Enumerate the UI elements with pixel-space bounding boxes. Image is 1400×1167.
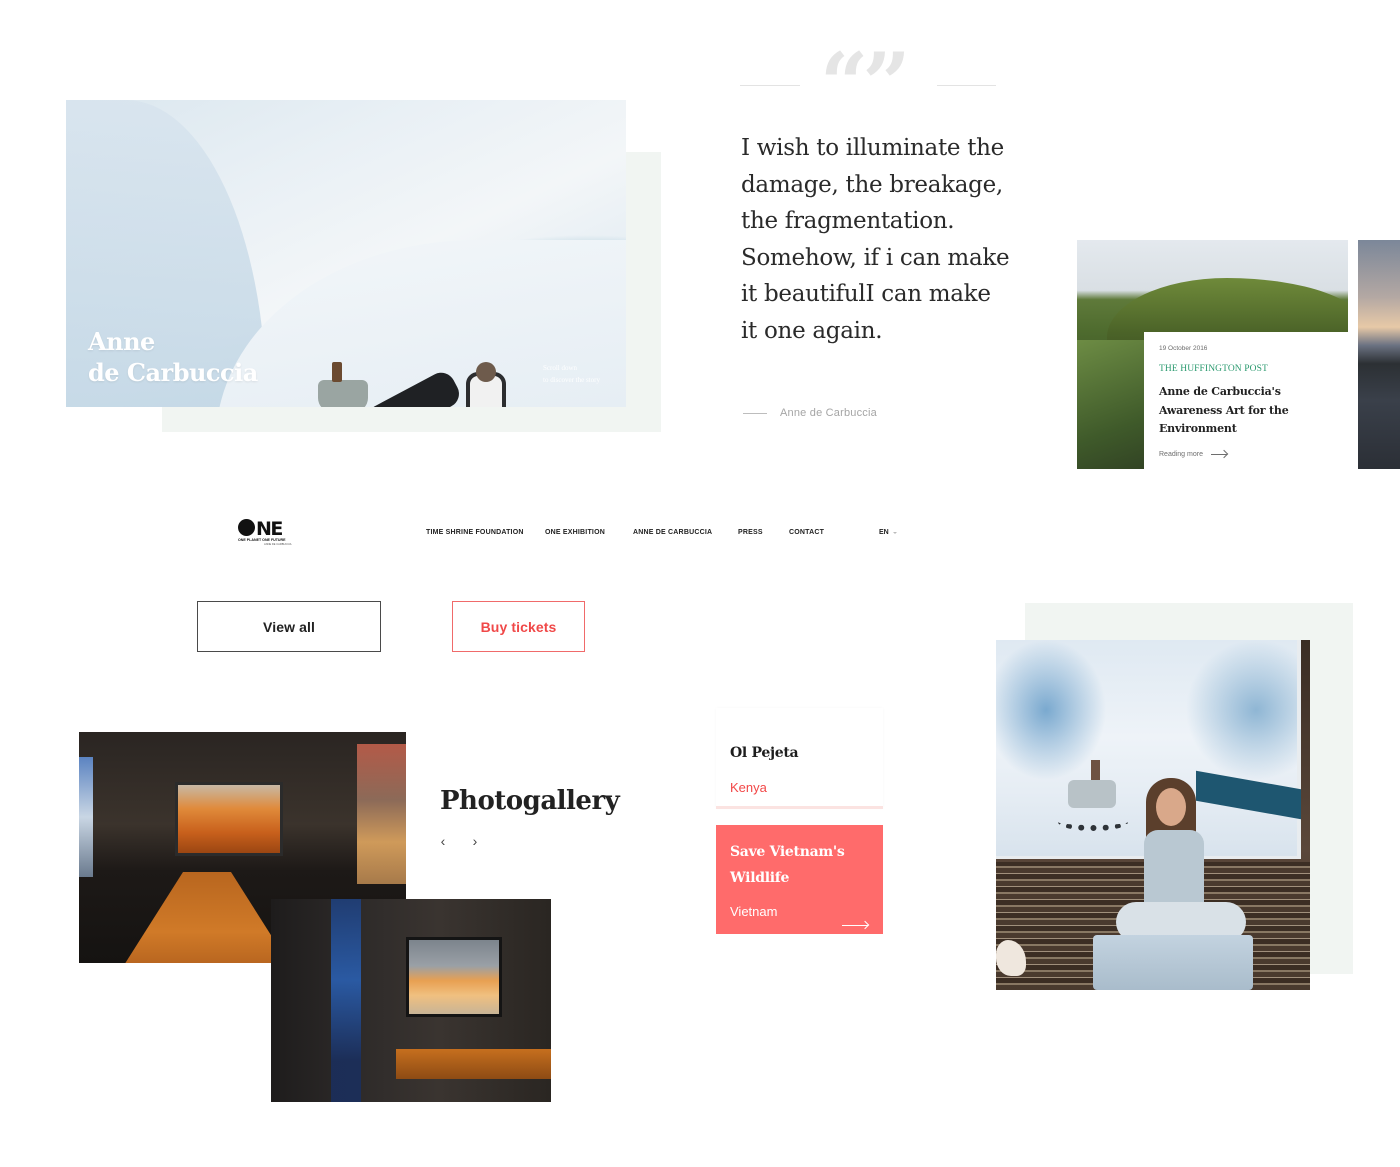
press-date: 19 October 2016 xyxy=(1159,345,1208,352)
hero-image-hourglass xyxy=(332,362,342,382)
scroll-hint-line-1: Scroll down xyxy=(543,364,578,372)
one-logo[interactable]: NE ONE PLANET ONE FUTURE ANNE DE CARBUCC… xyxy=(238,518,292,549)
press-title[interactable]: Anne de Carbuccia's Awareness Art for th… xyxy=(1159,383,1339,439)
chevron-right-icon[interactable]: › xyxy=(468,833,482,849)
chevron-down-icon xyxy=(892,531,897,534)
portrait-face xyxy=(1156,788,1186,826)
project-country: Vietnam xyxy=(730,904,778,919)
language-value: EN xyxy=(879,529,889,536)
artist-portrait-image xyxy=(996,640,1310,990)
buy-tickets-button[interactable]: Buy tickets xyxy=(452,601,585,652)
arrow-right-icon xyxy=(842,925,868,926)
view-all-button[interactable]: View all xyxy=(197,601,381,652)
project-title: Save Vietnam's Wildlife xyxy=(730,844,845,886)
language-selector[interactable]: EN xyxy=(879,529,897,536)
quote-divider-right xyxy=(937,85,996,86)
scroll-hint-line-2: to discover the story xyxy=(543,376,600,384)
gallery-image-2-bench xyxy=(396,1049,551,1079)
hero-title-line-1: Anne xyxy=(88,327,155,356)
nav-item-time-shrine-foundation[interactable]: TIME SHRINE FOUNDATION xyxy=(426,529,524,536)
gallery-title: Photogallery xyxy=(440,786,620,816)
project-arrow[interactable] xyxy=(842,913,868,931)
press-card-next-image[interactable] xyxy=(1358,240,1400,469)
logo-letters: NE xyxy=(256,518,283,540)
gallery-image-1-right-print xyxy=(357,744,406,884)
portrait-cushion xyxy=(1093,935,1253,990)
portrait-artwork-shrine xyxy=(1068,780,1116,808)
gallery-image-2[interactable] xyxy=(271,899,551,1102)
chevron-left-icon[interactable]: ‹ xyxy=(436,833,450,849)
reading-more-label: Reading more xyxy=(1159,451,1203,458)
press-source: THE HUFFINGTON POST xyxy=(1159,364,1268,374)
nav-item-press[interactable]: PRESS xyxy=(738,529,763,536)
logo-subline: ANNE DE CARBUCCIA xyxy=(264,543,292,546)
scroll-hint[interactable]: Scroll down to discover the story xyxy=(543,362,600,386)
nav-item-contact[interactable]: CONTACT xyxy=(789,529,824,536)
gallery-image-2-blue-wall xyxy=(331,899,361,1102)
portrait-artwork-hourglass xyxy=(1091,760,1100,780)
portrait-artwork-stones xyxy=(1058,813,1128,831)
arrow-right-icon xyxy=(1210,454,1227,455)
reading-more-link[interactable]: Reading more xyxy=(1159,451,1227,458)
gallery-image-2-print xyxy=(406,937,502,1017)
nav-item-anne-de-carbuccia[interactable]: ANNE DE CARBUCCIA xyxy=(633,529,712,536)
nav-item-one-exhibition[interactable]: ONE EXHIBITION xyxy=(545,529,605,536)
hero-image-photographer-head xyxy=(476,362,496,382)
gallery-image-1-left-print xyxy=(79,757,93,877)
quote-divider-left xyxy=(740,85,800,86)
logo-circle-icon xyxy=(238,519,255,536)
project-title: Ol Pejeta xyxy=(730,745,799,761)
logo-tagline: ONE PLANET ONE FUTURE xyxy=(238,538,286,542)
hero-image-shrine xyxy=(318,380,368,407)
quote-text: I wish to illuminate the damage, the bre… xyxy=(741,135,1010,344)
logo-wordmark: NE xyxy=(238,518,283,540)
quote-author: Anne de Carbuccia xyxy=(780,407,877,419)
hero-title-line-2: de Carbuccia xyxy=(88,358,258,387)
quote-marks-icon: “” xyxy=(820,34,911,133)
project-country: Kenya xyxy=(730,780,767,795)
hero-title: Anne de Carbuccia xyxy=(88,326,258,388)
gallery-image-1-desert-print xyxy=(175,782,283,856)
project-card-underline xyxy=(716,806,883,809)
quote-author-dash xyxy=(743,413,767,414)
